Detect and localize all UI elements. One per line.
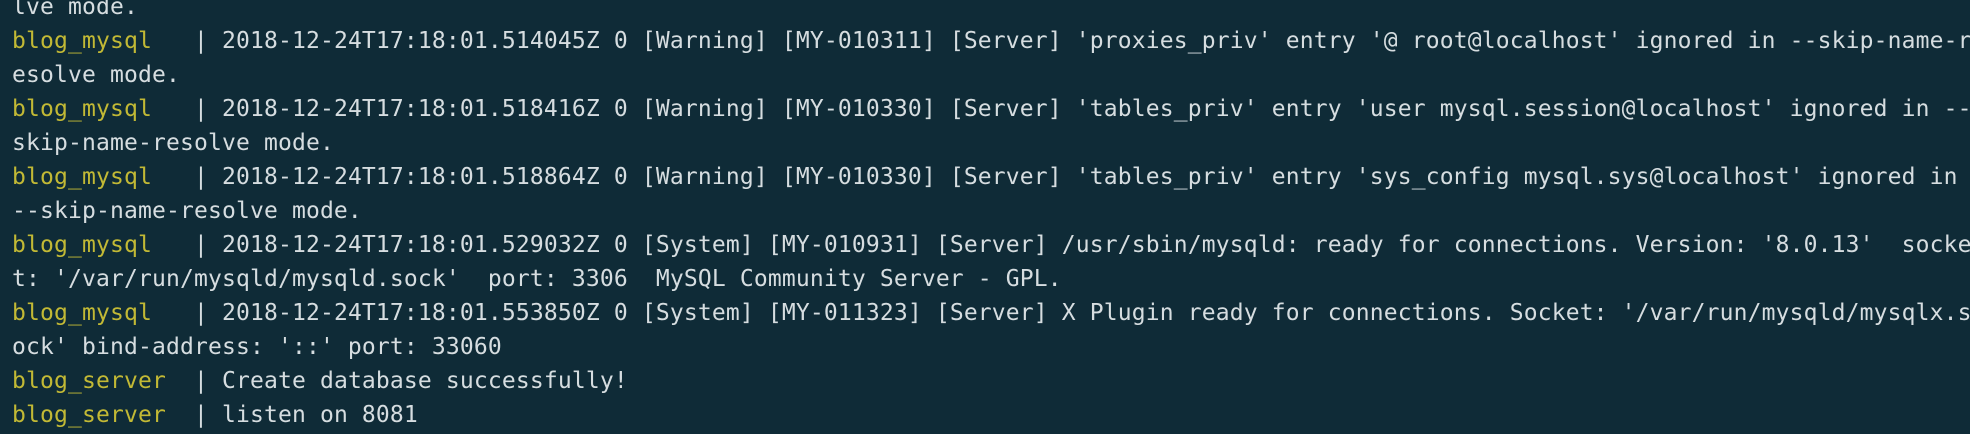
container-prefix: blog_mysql xyxy=(12,232,194,258)
log-message: | 2018-12-24T17:18:01.553850Z 0 [System]… xyxy=(193,300,1970,326)
log-message: | 2018-12-24T17:18:01.518864Z 0 [Warning… xyxy=(193,164,1958,190)
log-message: | 2018-12-24T17:18:01.518416Z 0 [Warning… xyxy=(193,96,1970,122)
log-line: blog_server | Create database successful… xyxy=(12,364,1962,398)
log-message: --skip-name-resolve mode. xyxy=(12,198,362,224)
log-message: skip-name-resolve mode. xyxy=(12,130,334,156)
log-line: --skip-name-resolve mode. xyxy=(12,194,1962,228)
log-message: | listen on 8081 xyxy=(193,402,418,428)
log-message: lve mode. xyxy=(12,0,138,20)
log-message: ock' bind-address: '::' port: 33060 xyxy=(12,334,502,360)
log-line: blog_mysql | 2018-12-24T17:18:01.529032Z… xyxy=(12,228,1970,262)
container-prefix: blog_server xyxy=(12,368,194,394)
log-line: skip-name-resolve mode. xyxy=(12,126,1962,160)
container-prefix: blog_mysql xyxy=(12,28,194,54)
terminal-cursor xyxy=(421,402,433,426)
log-output: lve mode. blog_mysql | 2018-12-24T17:18:… xyxy=(12,0,1970,432)
log-line: blog_mysql | 2018-12-24T17:18:01.518416Z… xyxy=(12,92,1970,126)
log-line: ock' bind-address: '::' port: 33060 xyxy=(12,330,1962,364)
log-line: blog_mysql | 2018-12-24T17:18:01.518864Z… xyxy=(12,160,1962,194)
log-line: blog_mysql | 2018-12-24T17:18:01.553850Z… xyxy=(12,296,1970,330)
log-message: | 2018-12-24T17:18:01.514045Z 0 [Warning… xyxy=(193,28,1970,54)
container-prefix: blog_server xyxy=(12,402,194,428)
log-line: blog_server | listen on 8081 xyxy=(12,398,1962,432)
log-line: t: '/var/run/mysqld/mysqld.sock' port: 3… xyxy=(12,262,1962,296)
log-message: | 2018-12-24T17:18:01.529032Z 0 [System]… xyxy=(193,232,1970,258)
log-message: | Create database successfully! xyxy=(193,368,628,394)
container-prefix: blog_mysql xyxy=(12,300,194,326)
log-message: esolve mode. xyxy=(12,62,180,88)
container-prefix: blog_mysql xyxy=(12,96,194,122)
terminal-window[interactable]: lve mode. blog_mysql | 2018-12-24T17:18:… xyxy=(0,0,1970,434)
log-line: lve mode. xyxy=(12,0,1962,24)
log-line: esolve mode. xyxy=(12,58,1962,92)
log-line: blog_mysql | 2018-12-24T17:18:01.514045Z… xyxy=(12,24,1970,58)
container-prefix: blog_mysql xyxy=(12,164,194,190)
log-message: t: '/var/run/mysqld/mysqld.sock' port: 3… xyxy=(12,266,1062,292)
